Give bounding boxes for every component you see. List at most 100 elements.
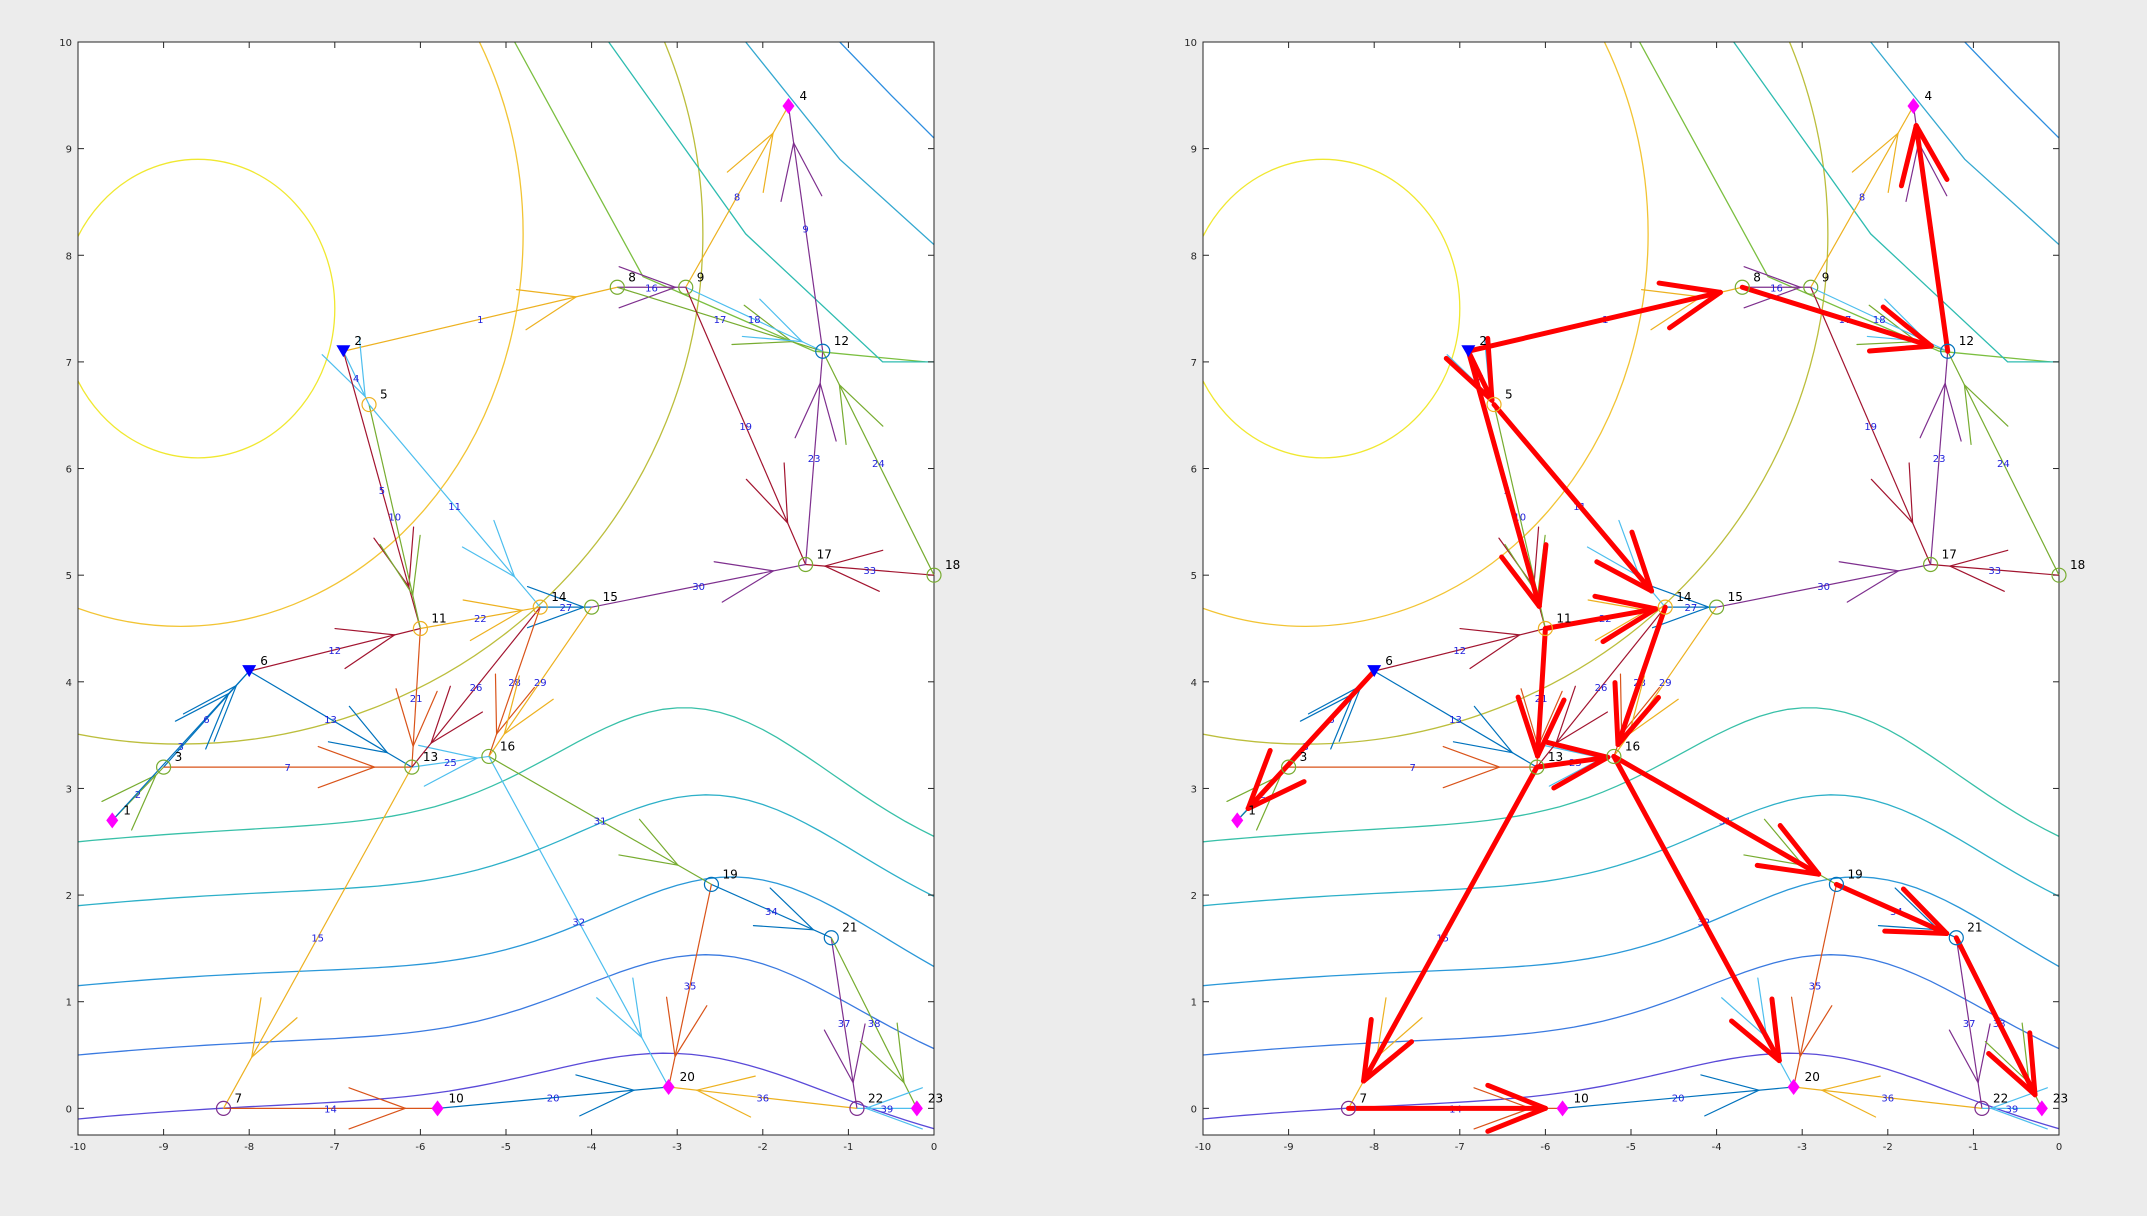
x-tick-label: -4	[587, 1142, 597, 1153]
y-tick-label: 2	[1191, 891, 1197, 902]
x-tick-label: -6	[1540, 1142, 1550, 1153]
node-label: 10	[1574, 1091, 1589, 1105]
y-tick-label: 3	[1191, 784, 1197, 795]
node-label: 19	[1847, 867, 1862, 881]
node-label: 14	[551, 590, 566, 604]
edge-label: 30	[692, 582, 705, 593]
y-tick-label: 2	[66, 891, 72, 902]
y-tick-label: 7	[1191, 358, 1197, 369]
y-tick-label: 7	[66, 358, 72, 369]
node-label: 7	[235, 1091, 243, 1105]
x-tick-label: -9	[159, 1142, 169, 1153]
node-label: 2	[1479, 334, 1487, 348]
highlight-edge-head-a	[1612, 680, 1621, 748]
x-tick-label: -6	[415, 1142, 425, 1153]
edge-label: 14	[324, 1104, 337, 1115]
node-label: 9	[1822, 270, 1830, 284]
node-label: 1	[1248, 803, 1256, 817]
node-label: 21	[1967, 921, 1982, 935]
edge-label: 15	[311, 934, 324, 945]
node-label: 23	[928, 1091, 943, 1105]
x-tick-label: -7	[1455, 1142, 1465, 1153]
edge-label: 23	[1933, 454, 1946, 465]
edge-label: 7	[285, 763, 291, 774]
highlight-edge-head-a	[1882, 928, 1950, 936]
y-tick-label: 9	[66, 145, 72, 156]
plot-area	[1203, 42, 2059, 1135]
edge-label: 37	[1963, 1019, 1976, 1030]
node-label: 10	[449, 1091, 464, 1105]
edge-label: 27	[560, 603, 573, 614]
y-tick-label: 5	[66, 571, 72, 582]
x-tick-label: 0	[931, 1142, 937, 1153]
y-tick-label: 8	[66, 251, 72, 262]
y-tick-label: 0	[1191, 1104, 1197, 1115]
node-label: 5	[1505, 388, 1513, 402]
edge-label: 16	[1770, 283, 1783, 294]
node-label: 5	[380, 388, 388, 402]
node-label: 6	[1385, 654, 1393, 668]
edge-label: 19	[1864, 422, 1877, 433]
node-label: 17	[1942, 548, 1957, 562]
node-label: 2	[354, 334, 362, 348]
edge-label: 26	[470, 683, 483, 694]
node-label: 21	[842, 921, 857, 935]
y-tick-label: 4	[1191, 678, 1197, 689]
edge-label: 6	[203, 715, 209, 726]
edge-label: 35	[1809, 982, 1822, 993]
plot-panel-2: -10-9-8-7-6-5-4-3-2-10012345678910123456…	[1184, 38, 2085, 1153]
x-tick-label: -1	[843, 1142, 853, 1153]
edge-label: 12	[1453, 646, 1466, 657]
edge-label: 28	[508, 678, 521, 689]
edge-label: 37	[838, 1019, 851, 1030]
x-tick-label: -10	[70, 1142, 86, 1153]
edge-label: 7	[1410, 763, 1416, 774]
edge-label: 19	[739, 422, 752, 433]
x-tick-label: -3	[672, 1142, 682, 1153]
y-tick-label: 6	[66, 465, 72, 476]
edge-label: 22	[474, 614, 487, 625]
y-tick-label: 10	[1184, 38, 1197, 49]
edge-label: 29	[534, 678, 547, 689]
x-tick-label: -8	[244, 1142, 254, 1153]
node-label: 3	[175, 750, 183, 764]
edge-label: 17	[714, 315, 727, 326]
edge-label: 11	[448, 502, 461, 513]
node-label: 22	[1993, 1091, 2008, 1105]
node-label: 1	[123, 803, 131, 817]
edge-label: 8	[734, 193, 740, 204]
node-label: 6	[260, 654, 268, 668]
x-tick-label: -7	[330, 1142, 340, 1153]
y-tick-label: 10	[59, 38, 72, 49]
node-label: 23	[2053, 1091, 2068, 1105]
edge-label: 39	[2006, 1104, 2019, 1115]
node-label: 15	[1728, 590, 1743, 604]
x-tick-label: 0	[2056, 1142, 2062, 1153]
edge-label: 36	[756, 1094, 769, 1105]
x-tick-label: -3	[1797, 1142, 1807, 1153]
edge-label: 24	[1997, 459, 2010, 470]
node-label: 3	[1300, 750, 1308, 764]
y-tick-label: 6	[1191, 465, 1197, 476]
node-label: 17	[817, 548, 832, 562]
edge-label: 5	[379, 486, 385, 497]
edge-label: 12	[328, 646, 341, 657]
figure-canvas: -10-9-8-7-6-5-4-3-2-10012345678910123456…	[59, 38, 2085, 1153]
edge-label: 33	[863, 566, 876, 577]
x-tick-label: -8	[1369, 1142, 1379, 1153]
node-label: 16	[500, 739, 515, 753]
y-tick-label: 1	[66, 998, 72, 1009]
edge-label: 32	[572, 918, 585, 929]
node-label: 4	[1924, 89, 1932, 103]
x-tick-label: -1	[1968, 1142, 1978, 1153]
edge-label: 36	[1881, 1094, 1894, 1105]
edge-label: 8	[1859, 193, 1865, 204]
edge-label: 35	[684, 982, 697, 993]
node-label: 16	[1625, 739, 1640, 753]
edge-label: 31	[594, 816, 607, 827]
node-label: 22	[868, 1091, 883, 1105]
edge-label: 10	[388, 513, 401, 524]
edge-label: 21	[410, 694, 423, 705]
node-label: 11	[431, 611, 446, 625]
y-tick-label: 9	[1191, 145, 1197, 156]
